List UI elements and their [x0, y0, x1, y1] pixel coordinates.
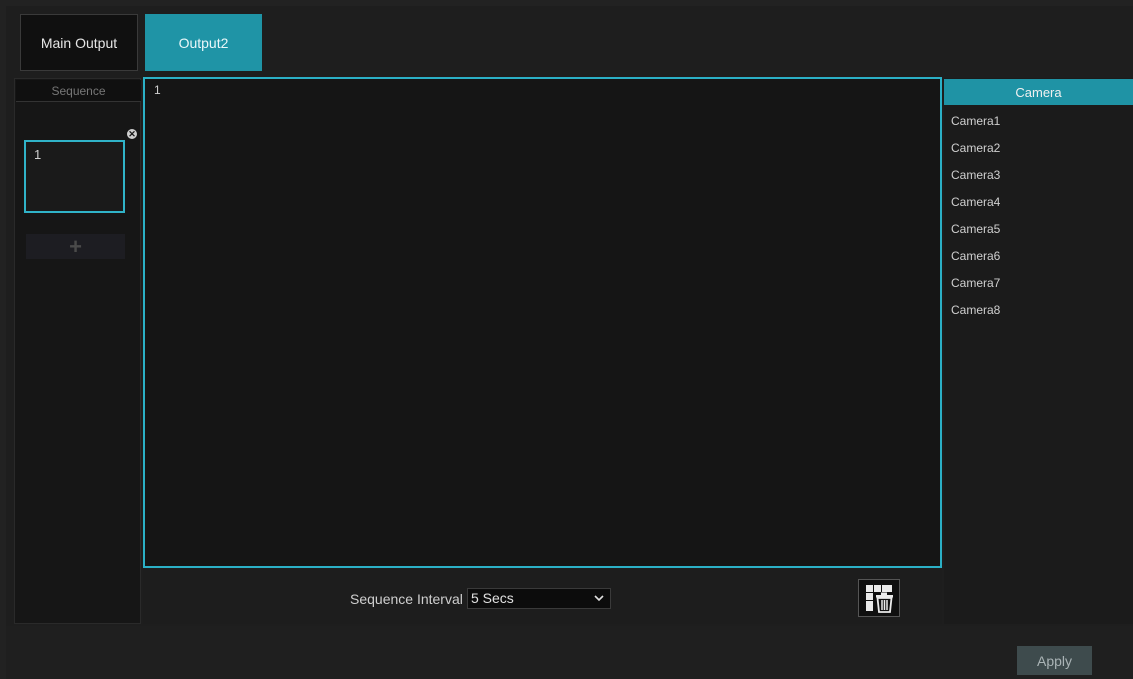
sequence-interval-select[interactable]: 5 Secs [467, 588, 611, 609]
camera-item[interactable]: Camera5 [951, 216, 1000, 243]
camera-item[interactable]: Camera3 [951, 162, 1000, 189]
clear-window-button[interactable] [858, 579, 900, 617]
camera-item[interactable]: Camera2 [951, 135, 1000, 162]
camera-list: Camera1 Camera2 Camera3 Camera4 Camera5 … [951, 108, 1000, 324]
window-number: 1 [154, 83, 161, 97]
camera-header: Camera [944, 79, 1133, 105]
sequence-interval-label: Sequence Interval [350, 591, 463, 607]
chevron-down-icon [594, 595, 604, 602]
camera-item[interactable]: Camera6 [951, 243, 1000, 270]
sequence-interval-value: 5 Secs [471, 590, 514, 606]
sequence-header: Sequence [16, 80, 141, 102]
apply-button[interactable]: Apply [1017, 646, 1092, 675]
add-sequence-button[interactable]: + [26, 234, 125, 259]
grid-trash-icon [866, 585, 893, 613]
camera-item[interactable]: Camera7 [951, 270, 1000, 297]
plus-icon: + [69, 233, 82, 259]
footer-bar [6, 626, 1133, 679]
preview-window[interactable]: 1 [143, 77, 942, 568]
camera-item[interactable]: Camera8 [951, 297, 1000, 324]
sequence-controls: Sequence Interval 5 Secs [143, 569, 942, 624]
tab-output2[interactable]: Output2 [145, 14, 262, 71]
output-tab-bar: Main Output Output2 [6, 6, 1133, 72]
camera-item[interactable]: Camera4 [951, 189, 1000, 216]
tab-main-output[interactable]: Main Output [20, 14, 138, 71]
camera-item[interactable]: Camera1 [951, 108, 1000, 135]
sequence-item[interactable]: 1 [24, 140, 125, 213]
close-icon[interactable]: ✕ [127, 129, 137, 139]
sequence-item-label: 1 [34, 147, 42, 162]
